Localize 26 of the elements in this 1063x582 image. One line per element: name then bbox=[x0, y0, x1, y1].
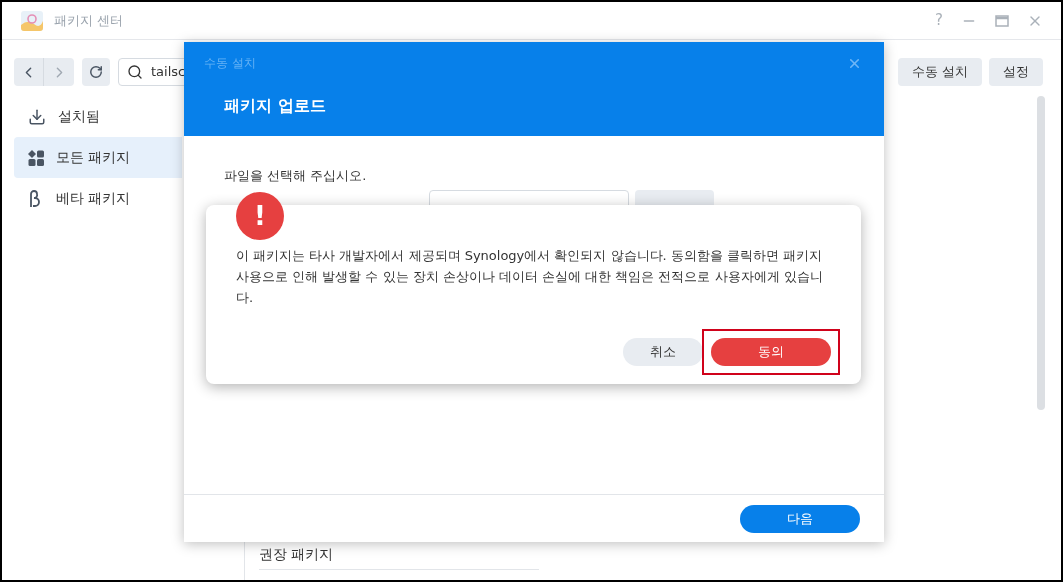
next-button[interactable]: 다음 bbox=[740, 504, 860, 533]
maximize-icon[interactable] bbox=[995, 14, 1009, 27]
alert-button[interactable]: 동의 bbox=[711, 338, 831, 366]
sidebar-item[interactable]: 베타 패키지 bbox=[14, 178, 182, 219]
back-button[interactable] bbox=[14, 58, 44, 86]
toolbar-button[interactable]: 설정 bbox=[989, 58, 1043, 86]
alert-message: 이 패키지는 타사 개발자에서 제공되며 Synology에서 확인되지 않습니다. 동의함을 클릭하면 패키지 사용으로 인해 발생할 수 있는 장치 손상이나 데이터 손실에 대한 책임은 전적으로 사용자에게 있습니다. bbox=[236, 247, 824, 307]
scrollbar[interactable] bbox=[1037, 96, 1045, 410]
alert-button[interactable]: 취소 bbox=[623, 338, 703, 366]
section-heading: 권장 패키지 bbox=[259, 544, 539, 570]
prompt-text: 파일을 선택해 주십시오. bbox=[224, 167, 368, 185]
search-icon bbox=[127, 64, 143, 80]
download-icon bbox=[28, 107, 46, 126]
close-icon[interactable] bbox=[847, 56, 862, 71]
alert-icon: ! bbox=[236, 192, 284, 240]
forward-button[interactable] bbox=[44, 58, 74, 86]
refresh-button[interactable] bbox=[82, 58, 110, 86]
grid-icon bbox=[28, 149, 44, 166]
app-logo-icon bbox=[20, 8, 44, 33]
dialog-title: 패키지 업로드 bbox=[224, 95, 326, 117]
refresh-icon bbox=[89, 65, 103, 79]
toolbar-button[interactable]: 수동 설치 bbox=[897, 58, 982, 86]
sidebar-item[interactable]: 설치됨 bbox=[14, 96, 182, 137]
dialog-caption: 수동 설치 bbox=[204, 55, 256, 72]
sidebar-item[interactable]: 모든 패키지 bbox=[14, 137, 182, 178]
window-title: 패키지 센터 bbox=[54, 11, 124, 30]
